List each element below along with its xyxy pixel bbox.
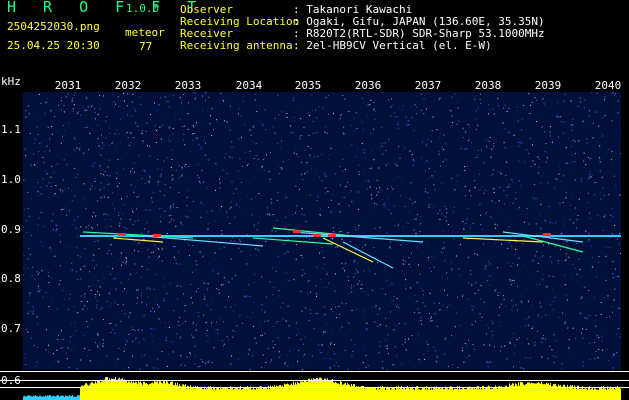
x-tick-label: 2034 [235,79,263,92]
y-tick-label: 0.7 [1,322,21,335]
hrofft-window: H R O F F T 1.0.0 2504252030.png 25.04.2… [0,0,629,400]
power-level-panel [23,370,621,400]
app-title: H R O F F T [7,0,206,16]
x-tick-label: 2031 [54,79,82,92]
y-tick-label: 0.9 [1,223,21,236]
date-time: 25.04.25 20:30 [7,39,100,52]
y-tick-label: 1.0 [1,173,21,186]
reference-line [0,371,629,372]
antenna-value: : 2el-HB9CV Vertical (el. E-W) [293,39,492,52]
x-tick-label: 2038 [474,79,502,92]
reference-line [0,380,629,381]
x-tick-label: 2040 [594,79,622,92]
y-tick-label: 0.8 [1,272,21,285]
x-tick-label: 2037 [414,79,442,92]
x-tick-label: 2036 [354,79,382,92]
x-tick-label: 2033 [174,79,202,92]
meteor-count: 77 [139,40,153,53]
reference-line [0,387,629,388]
noise-layer [23,92,621,370]
x-tick-label: 2032 [114,79,142,92]
meteor-label: meteor [125,26,165,39]
x-tick-label: 2035 [294,79,322,92]
app-version: 1.0.0 [126,2,160,15]
spectrogram [23,92,621,370]
antenna-label: Receiving antenna [180,39,293,52]
file-name: 2504252030.png [7,20,100,33]
x-tick-label: 2039 [534,79,562,92]
y-tick-label: 1.1 [1,123,21,136]
axis-unit-label: kHz [1,75,21,88]
